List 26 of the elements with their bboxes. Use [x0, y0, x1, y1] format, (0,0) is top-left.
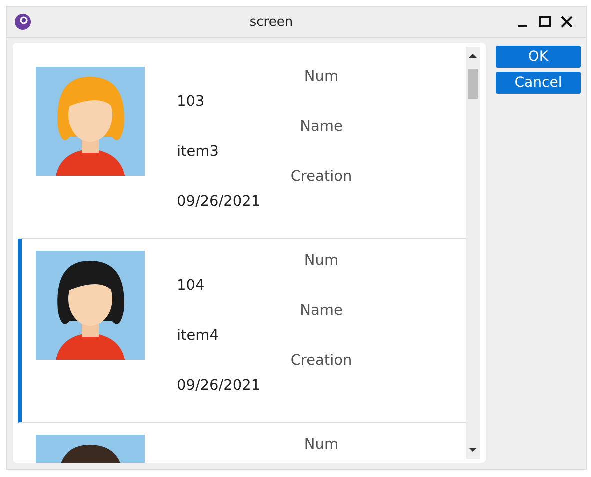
field-label: Name: [300, 302, 343, 321]
list-item[interactable]: Num 103 Name item3 Creation 09/26/2021: [18, 55, 466, 239]
scroll-thumb[interactable]: [468, 69, 478, 99]
cancel-button[interactable]: Cancel: [496, 72, 581, 94]
field-value: 104: [177, 277, 206, 296]
field-label: Name: [300, 118, 343, 137]
field-value: 103: [177, 93, 206, 112]
field-label: Creation: [290, 352, 352, 371]
list-item[interactable]: Num: [18, 423, 466, 463]
maximize-icon[interactable]: [539, 16, 551, 28]
scroll-down-icon[interactable]: [469, 447, 477, 453]
close-icon[interactable]: [561, 16, 573, 28]
field-value: 09/26/2021: [177, 377, 262, 396]
field-value: item3: [177, 143, 220, 162]
list-item[interactable]: Num 104 Name item4 Creation 09/26/2021: [18, 239, 466, 423]
field-label: Num: [304, 436, 339, 455]
field-label: Num: [304, 252, 339, 271]
scrollbar[interactable]: [466, 47, 480, 459]
field-value: 09/26/2021: [177, 193, 262, 212]
scroll-up-icon[interactable]: [469, 53, 477, 59]
field-label: Creation: [290, 168, 352, 187]
ok-button[interactable]: OK: [496, 46, 581, 68]
window-title: screen: [248, 14, 294, 30]
app-icon: [15, 14, 31, 30]
field-label: Num: [304, 68, 339, 87]
field-value: item4: [177, 327, 220, 346]
